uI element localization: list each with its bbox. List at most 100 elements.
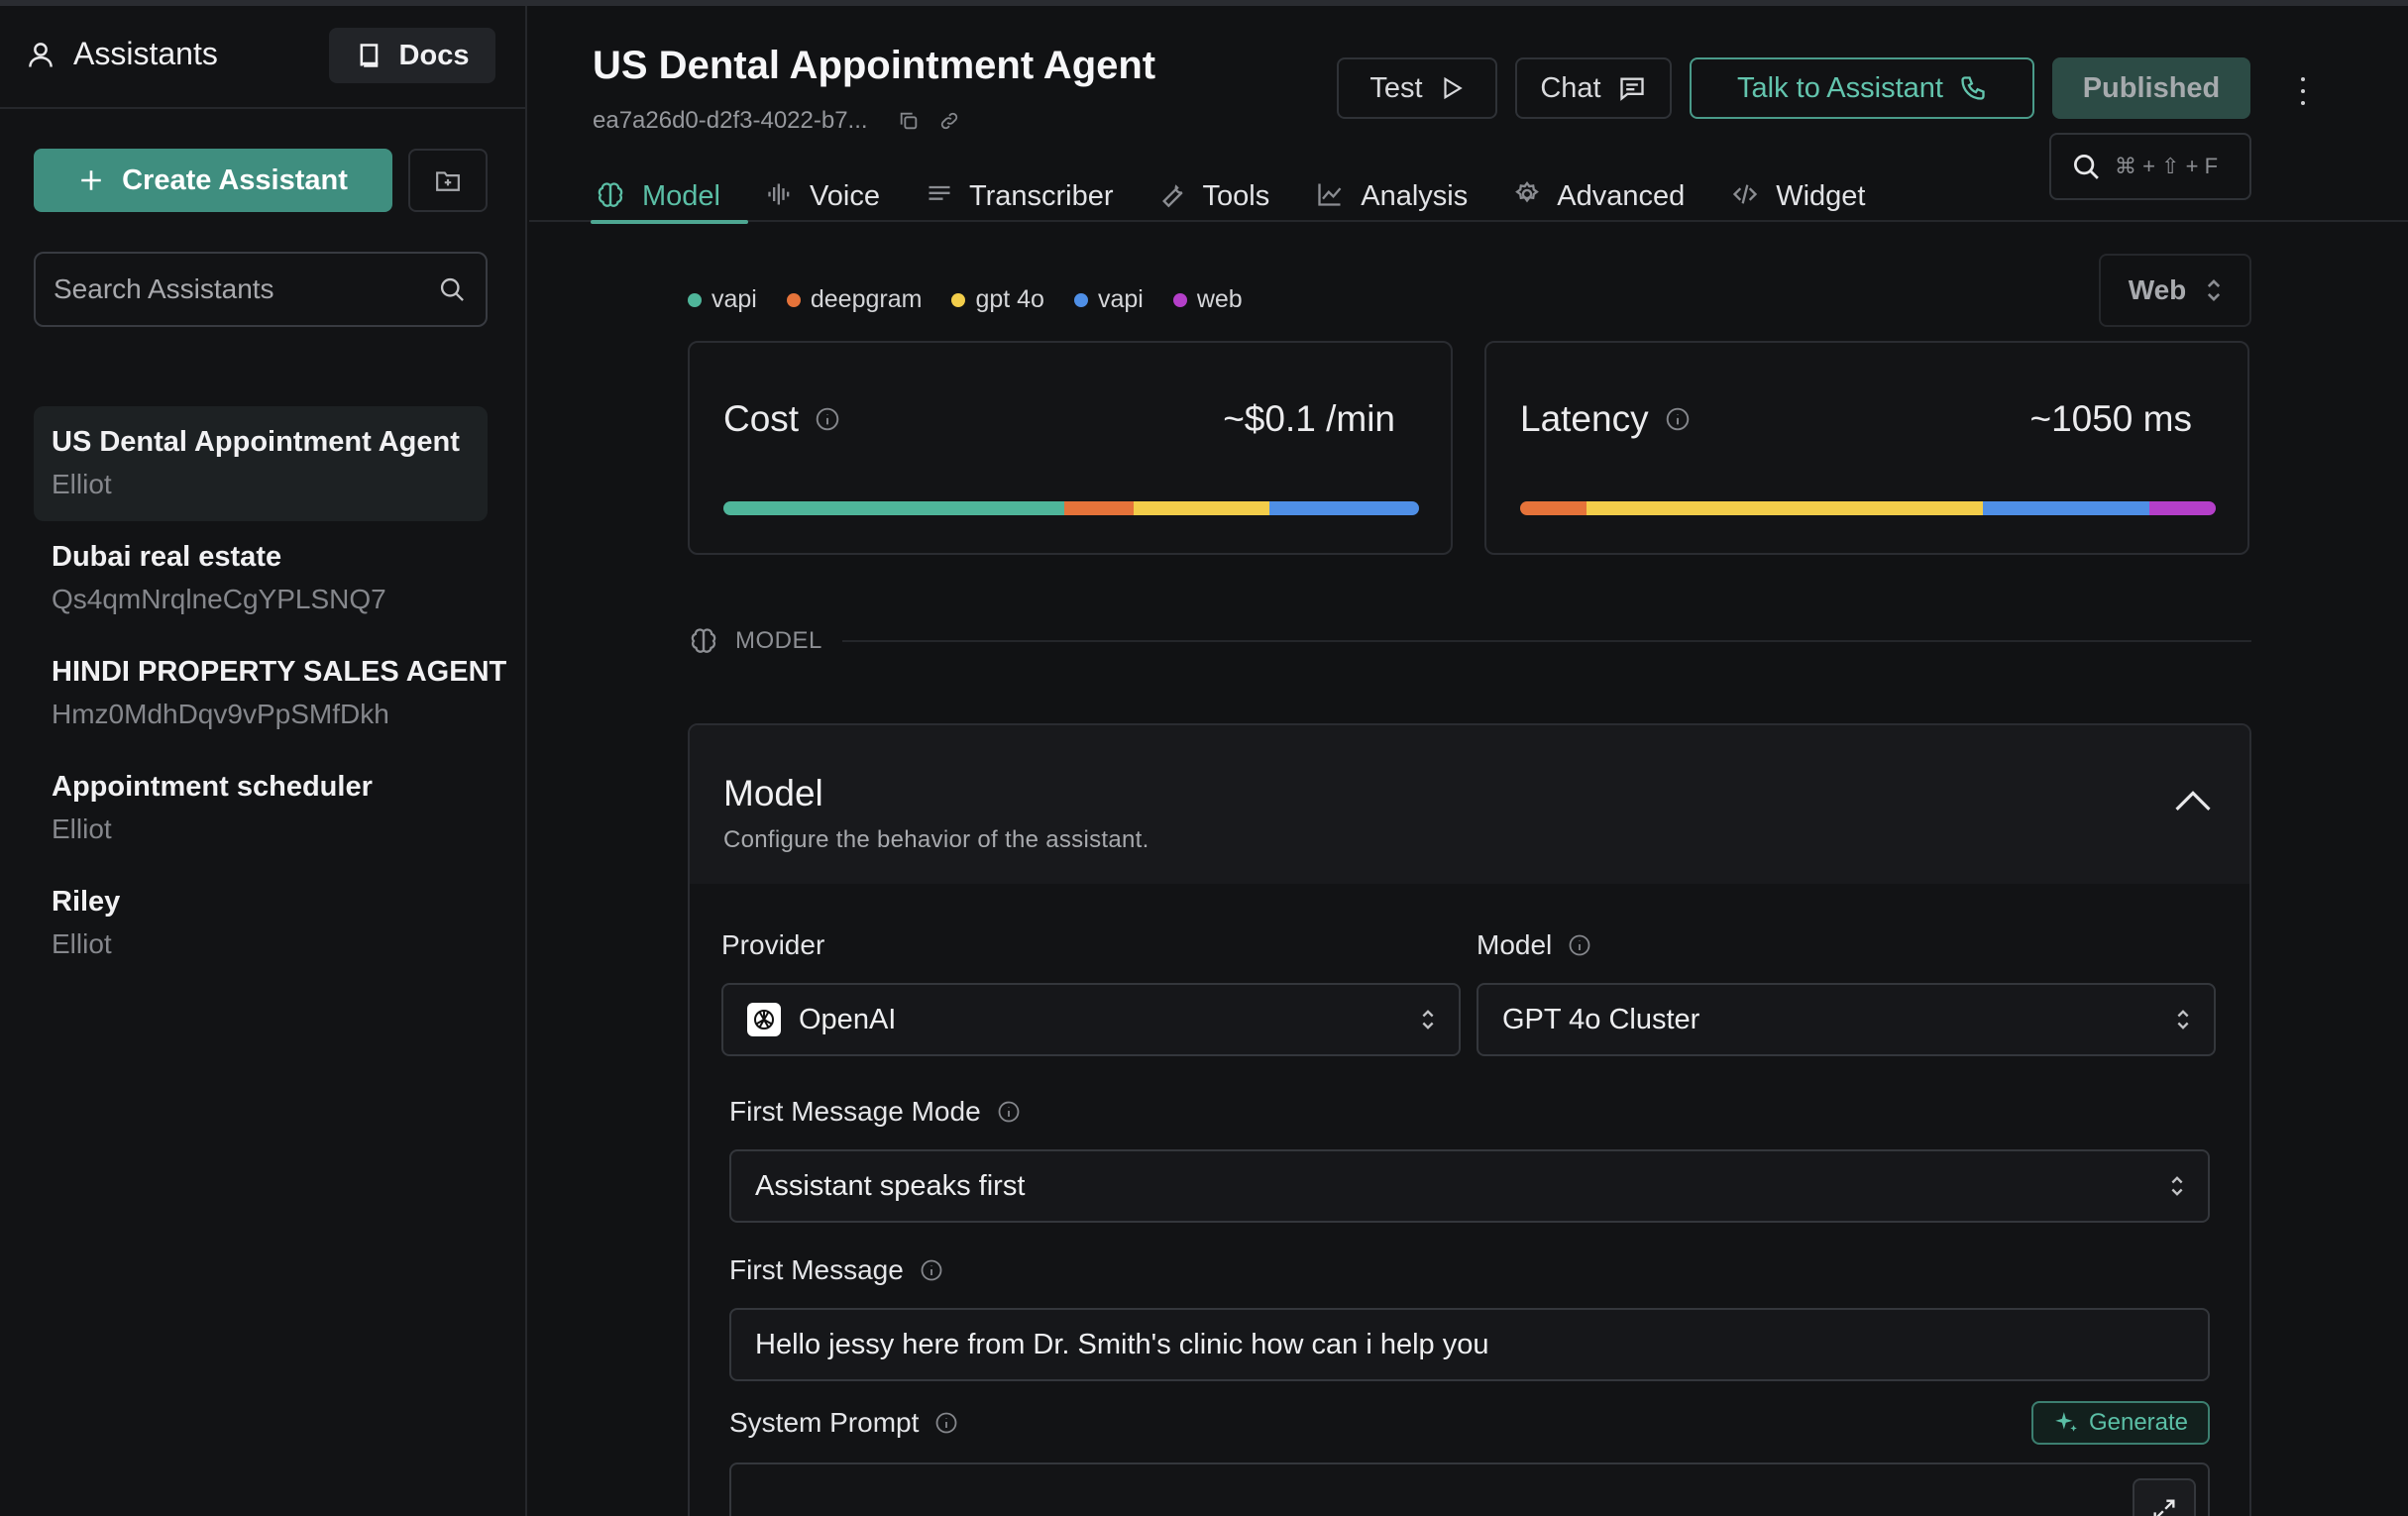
legend-item: web — [1172, 285, 1243, 314]
tab-label: Tools — [1202, 180, 1270, 212]
legend-item: vapi — [1073, 285, 1144, 314]
create-assistant-label: Create Assistant — [122, 163, 348, 196]
assistant-id: ea7a26d0-d2f3-4022-b7... — [593, 107, 868, 134]
chat-label: Chat — [1540, 71, 1601, 104]
test-button[interactable]: Test — [1337, 57, 1497, 119]
new-folder-button[interactable] — [408, 149, 488, 212]
tab-label: Model — [642, 180, 720, 212]
assistant-name: US Dental Appointment Agent — [52, 426, 460, 458]
chevron-updown-icon — [2177, 1010, 2189, 1029]
provider-legend: vapi deepgram gpt 4o vapi web — [688, 285, 1243, 314]
book-icon — [360, 44, 378, 67]
provider-value: OpenAI — [799, 1003, 897, 1035]
tab-label: Voice — [810, 180, 880, 212]
bar-segment — [1982, 501, 2150, 515]
search-assistants-field[interactable] — [34, 252, 488, 327]
plus-icon — [81, 170, 101, 190]
create-assistant-button[interactable]: Create Assistant — [34, 149, 392, 212]
tab-label: Widget — [1776, 180, 1866, 212]
platform-select-value: Web — [2128, 274, 2187, 305]
assistant-list-item[interactable]: Appointment scheduler Elliot — [34, 751, 488, 866]
expand-icon — [2153, 1499, 2175, 1516]
tab-analysis[interactable]: Analysis — [1313, 172, 1472, 222]
model-config-card: Model Configure the behavior of the assi… — [688, 723, 2251, 1516]
user-icon — [29, 42, 53, 67]
legend-item: deepgram — [786, 285, 923, 314]
published-button[interactable]: Published — [2052, 57, 2250, 119]
model-select[interactable]: GPT 4o Cluster — [1477, 983, 2216, 1056]
assistant-subtitle: Hmz0MdhDqv9vPpSMfDkh — [52, 699, 389, 729]
tab-label: Advanced — [1557, 180, 1686, 212]
tab-label: Transcriber — [968, 180, 1114, 212]
page-title: US Dental Appointment Agent — [593, 44, 1156, 87]
tab-model[interactable]: Model — [591, 172, 748, 224]
cost-label: Cost — [723, 398, 800, 439]
shortcut-hint: ⌘ + ⇧ + F — [2115, 154, 2219, 178]
assistant-list-item[interactable]: Dubai real estate Qs4qmNrqlneCgYPLSNQ7 — [34, 521, 488, 636]
info-icon[interactable] — [1568, 933, 1591, 957]
first-message-mode-value: Assistant speaks first — [755, 1169, 1026, 1202]
tab-advanced[interactable]: Advanced — [1511, 172, 1689, 222]
published-label: Published — [2082, 71, 2221, 104]
sidebar: Assistants Docs Create Assistant US Dent… — [0, 6, 527, 1516]
tab-transcriber[interactable]: Transcriber — [924, 172, 1118, 222]
chat-button[interactable]: Chat — [1515, 57, 1672, 119]
info-icon[interactable] — [1665, 406, 1691, 432]
docs-button[interactable]: Docs — [329, 28, 495, 83]
model-card-header[interactable]: Model Configure the behavior of the assi… — [690, 725, 2249, 884]
assistant-subtitle: Elliot — [52, 469, 112, 499]
tab-voice[interactable]: Voice — [764, 172, 884, 222]
wrench-icon — [1159, 180, 1187, 208]
talk-to-assistant-button[interactable]: Talk to Assistant — [1690, 57, 2034, 119]
legend-label: gpt 4o — [975, 285, 1044, 313]
info-icon[interactable] — [997, 1100, 1021, 1124]
assistant-name: Appointment scheduler — [52, 771, 373, 803]
bar-segment — [2149, 501, 2216, 515]
platform-select[interactable]: Web — [2099, 254, 2251, 327]
provider-label-text: Provider — [721, 929, 825, 960]
first-message-label-text: First Message — [729, 1254, 904, 1285]
bar-segment — [1586, 501, 1983, 515]
cost-label-row: Cost — [723, 398, 840, 440]
provider-select[interactable]: OpenAI — [721, 983, 1461, 1056]
tab-tools[interactable]: Tools — [1157, 172, 1274, 222]
tab-widget[interactable]: Widget — [1728, 172, 1869, 222]
assistant-list-item[interactable]: US Dental Appointment Agent Elliot — [34, 406, 488, 521]
more-options-icon[interactable] — [2295, 71, 2311, 111]
assistant-list-item[interactable]: HINDI PROPERTY SALES AGENT Hmz0MdhDqv9vPp… — [34, 636, 506, 751]
legend-label: deepgram — [810, 285, 923, 313]
info-icon[interactable] — [934, 1411, 958, 1435]
first-message-mode-select[interactable]: Assistant speaks first — [729, 1149, 2210, 1223]
chart-line-icon — [1315, 180, 1345, 208]
gear-icon — [1513, 180, 1541, 208]
info-icon[interactable] — [815, 406, 840, 432]
info-icon[interactable] — [920, 1258, 943, 1282]
bar-segment — [1063, 501, 1135, 515]
copy-icon[interactable] — [898, 110, 920, 132]
generate-label: Generate — [2088, 1409, 2189, 1436]
model-card-title: Model — [723, 773, 823, 813]
section-label: MODEL — [735, 627, 822, 654]
search-assistants-input[interactable] — [54, 273, 410, 305]
generate-button[interactable]: Generate — [2031, 1401, 2210, 1445]
command-search-button[interactable]: ⌘ + ⇧ + F — [2049, 133, 2251, 200]
expand-button[interactable] — [2133, 1478, 2196, 1516]
message-icon — [1619, 77, 1644, 101]
model-card-description: Configure the behavior of the assistant. — [723, 826, 1149, 853]
latency-value: ~1050 ms — [2029, 398, 2192, 439]
system-prompt-textarea[interactable] — [729, 1462, 2210, 1516]
link-icon[interactable] — [937, 110, 961, 132]
legend-label: web — [1196, 285, 1243, 313]
latency-card: Latency ~1050 ms — [1484, 341, 2249, 555]
assistant-list-item[interactable]: Riley Elliot — [34, 866, 488, 981]
chevron-up-icon[interactable] — [2174, 789, 2212, 812]
first-message-input[interactable]: Hello jessy here from Dr. Smith's clinic… — [729, 1308, 2210, 1381]
first-message-label: First Message — [729, 1254, 943, 1286]
main-panel: US Dental Appointment Agent ea7a26d0-d2f… — [529, 6, 2408, 1516]
assistant-subtitle: Qs4qmNrqlneCgYPLSNQ7 — [52, 584, 386, 614]
assistant-list: US Dental Appointment Agent Elliot Dubai r… — [34, 406, 506, 981]
model-value: GPT 4o Cluster — [1502, 1003, 1700, 1035]
system-prompt-label: System Prompt — [729, 1407, 958, 1439]
legend-item: vapi — [688, 285, 757, 314]
first-message-mode-label: First Message Mode — [729, 1096, 1021, 1128]
